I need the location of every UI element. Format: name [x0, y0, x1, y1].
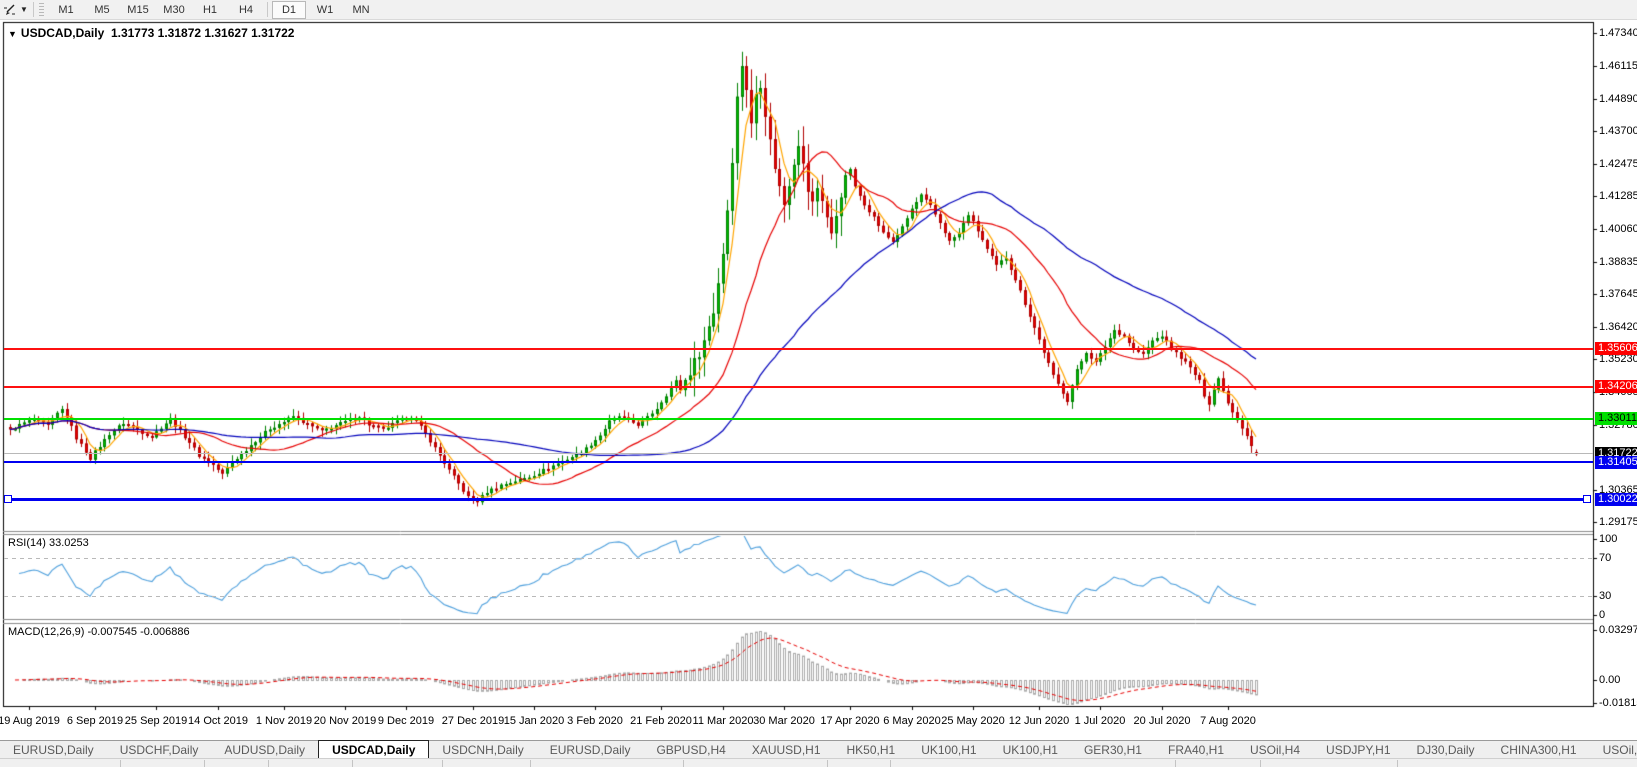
horizontal-level-line-1.34206[interactable] [4, 386, 1593, 388]
macd-indicator-label: MACD(12,26,9) -0.007545 -0.006886 [8, 626, 190, 638]
chart-tab-usoil-h1[interactable]: USOil,H1 [1590, 741, 1637, 759]
price-level-tag: 1.31405 [1595, 456, 1637, 469]
chart-tab-audusd-daily[interactable]: AUDUSD,Daily [211, 741, 318, 759]
chart-tab-ger30-h1[interactable]: GER30,H1 [1071, 741, 1155, 759]
date-axis-label: 1 Jul 2020 [1075, 715, 1126, 727]
date-axis-label: 9 Dec 2019 [378, 715, 434, 727]
chart-tab-uk100-h1[interactable]: UK100,H1 [908, 741, 989, 759]
horizontal-level-line-1.31405[interactable] [4, 461, 1593, 463]
date-axis-label: 27 Dec 2019 [442, 715, 504, 727]
price-axis-label: 1.38835 [1599, 256, 1637, 268]
chart-symbol-label: USDCAD,Daily [21, 26, 104, 40]
date-axis-label: 17 Apr 2020 [820, 715, 879, 727]
date-axis-label: 25 May 2020 [941, 715, 1005, 727]
price-axis-label: 1.29175 [1599, 516, 1637, 528]
price-axis-label: 1.41285 [1599, 190, 1637, 202]
price-chart-canvas[interactable] [0, 0, 1637, 740]
chart-tab-xauusd-h1[interactable]: XAUUSD,H1 [739, 741, 834, 759]
status-bar-divider [268, 760, 269, 767]
date-axis-label: 3 Feb 2020 [567, 715, 623, 727]
chart-ohlc-values: 1.31773 1.31872 1.31627 1.31722 [111, 26, 295, 40]
status-bar-divider [204, 760, 205, 767]
horizontal-level-line-1.33011[interactable] [4, 418, 1593, 420]
level-line-handle[interactable] [1583, 495, 1591, 503]
chart-tab-fra40-h1[interactable]: FRA40,H1 [1155, 741, 1237, 759]
date-axis-label: 15 Jan 2020 [504, 715, 565, 727]
price-axis-label: 1.46115 [1599, 60, 1637, 72]
status-bar-divider [1397, 760, 1398, 767]
status-bar-divider [1260, 760, 1261, 767]
chart-tab-dj30-daily[interactable]: DJ30,Daily [1404, 741, 1488, 759]
price-axis-label: 1.42475 [1599, 158, 1637, 170]
price-level-tag: 1.30022 [1595, 493, 1637, 506]
price-level-tag: 1.34206 [1595, 380, 1637, 393]
price-axis-label: 1.44890 [1599, 93, 1637, 105]
price-axis-label: 1.37645 [1599, 288, 1637, 300]
price-axis-label: 1.47340 [1599, 27, 1637, 39]
price-axis-label: 1.40060 [1599, 223, 1637, 235]
rsi-axis-label: 0 [1599, 609, 1605, 621]
price-level-tag: 1.33011 [1595, 412, 1637, 425]
title-dropdown-icon[interactable]: ▼ [8, 29, 17, 39]
rsi-level-dashed-line [4, 558, 1593, 559]
date-axis-label: 6 May 2020 [883, 715, 940, 727]
date-axis-label: 21 Feb 2020 [630, 715, 692, 727]
chart-title: ▼ USDCAD,Daily 1.31773 1.31872 1.31627 1.… [8, 26, 294, 40]
chart-tab-eurusd-daily[interactable]: EURUSD,Daily [0, 741, 107, 759]
status-bar [0, 758, 1637, 767]
date-axis-label: 20 Nov 2019 [314, 715, 376, 727]
level-line-handle[interactable] [4, 495, 12, 503]
chart-tab-china300-h1[interactable]: CHINA300,H1 [1488, 741, 1590, 759]
chart-tab-usdjpy-h1[interactable]: USDJPY,H1 [1313, 741, 1403, 759]
chart-tab-usdcad-daily[interactable]: USDCAD,Daily [318, 740, 429, 759]
chart-tab-usdcnh-daily[interactable]: USDCNH,Daily [429, 741, 536, 759]
horizontal-level-line-1.35606[interactable] [4, 348, 1593, 350]
date-axis-label: 7 Aug 2020 [1200, 715, 1256, 727]
date-axis-label: 6 Sep 2019 [67, 715, 123, 727]
status-bar-divider [530, 760, 531, 767]
rsi-indicator-label: RSI(14) 33.0253 [8, 537, 89, 549]
chart-tab-eurusd-daily[interactable]: EURUSD,Daily [537, 741, 644, 759]
chart-tab-bar: EURUSD,DailyUSDCHF,DailyAUDUSD,DailyUSDC… [0, 740, 1637, 759]
status-bar-divider [827, 760, 828, 767]
chart-tab-usdchf-daily[interactable]: USDCHF,Daily [107, 741, 212, 759]
rsi-axis-label: 100 [1599, 533, 1617, 545]
status-bar-divider [442, 760, 443, 767]
status-bar-divider [120, 760, 121, 767]
date-axis-label: 14 Oct 2019 [188, 715, 248, 727]
horizontal-level-line-1.30022[interactable] [4, 498, 1584, 501]
chart-tab-usoil-h4[interactable]: USOil,H4 [1237, 741, 1313, 759]
date-axis-label: 25 Sep 2019 [125, 715, 187, 727]
price-axis-label: 1.36420 [1599, 321, 1637, 333]
current-price-line [4, 453, 1593, 454]
date-axis-label: 20 Jul 2020 [1134, 715, 1191, 727]
rsi-axis-label: 30 [1599, 590, 1611, 602]
rsi-level-dashed-line [4, 596, 1593, 597]
chart-tab-hk50-h1[interactable]: HK50,H1 [834, 741, 909, 759]
status-bar-divider [683, 760, 684, 767]
chart-tab-uk100-h1[interactable]: UK100,H1 [990, 741, 1071, 759]
macd-axis-label: -0.018154 [1599, 697, 1637, 709]
rsi-axis-label: 70 [1599, 552, 1611, 564]
status-bar-divider [890, 760, 891, 767]
price-level-tag: 1.35606 [1595, 342, 1637, 355]
mt4-window: ▼ M1M5M15M30H1H4 D1W1MN ▼USDCAD,Daily 1.… [0, 0, 1637, 767]
date-axis-label: 19 Aug 2019 [0, 715, 60, 727]
price-axis-label: 1.43700 [1599, 125, 1637, 137]
date-axis-label: 12 Jun 2020 [1009, 715, 1070, 727]
chart-tab-gbpusd-h4[interactable]: GBPUSD,H4 [643, 741, 738, 759]
date-axis-label: 30 Mar 2020 [753, 715, 815, 727]
status-bar-divider [1175, 760, 1176, 767]
date-axis-label: 11 Mar 2020 [693, 715, 754, 727]
status-bar-divider [352, 760, 353, 767]
macd-axis-label: 0.032972 [1599, 624, 1637, 636]
date-axis-label: 1 Nov 2019 [256, 715, 312, 727]
macd-axis-label: 0.00 [1599, 674, 1620, 686]
